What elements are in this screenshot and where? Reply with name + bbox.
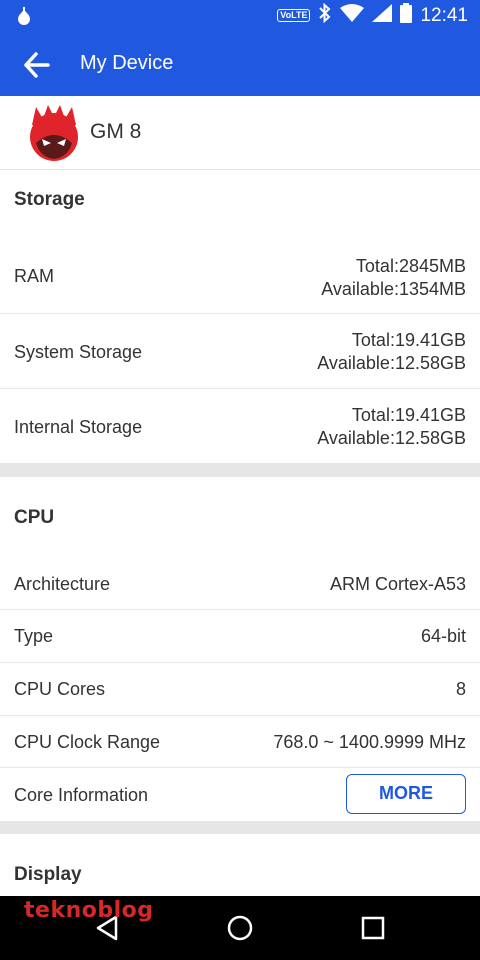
cpu-row-type: Type 64-bit: [0, 610, 480, 663]
section-divider: [0, 821, 480, 834]
row-label: CPU Clock Range: [14, 732, 161, 752]
status-bar: VoLTE 12:41: [0, 0, 480, 32]
available-value: Available:1354MB: [321, 279, 466, 299]
wifi-icon: [340, 4, 365, 27]
signal-icon: [372, 4, 393, 27]
device-name: GM 8: [90, 120, 142, 143]
available-value: Available:12.58GB: [317, 428, 466, 448]
storage-section-title: Storage: [14, 189, 85, 210]
row-value: 64-bit: [420, 626, 466, 646]
total-value: Total:19.41GB: [351, 330, 466, 350]
device-row: GM 8: [0, 96, 480, 170]
row-value: 8: [455, 679, 466, 699]
status-time: 12:41: [420, 4, 468, 26]
back-arrow-icon[interactable]: [20, 48, 54, 82]
row-value: Total:19.41GB Available:12.58GB: [317, 404, 466, 450]
recents-square-icon[interactable]: [353, 910, 393, 946]
row-label: CPU Cores: [14, 679, 106, 699]
volte-badge: VoLTE: [277, 9, 311, 22]
row-value: Total:2845MB Available:1354MB: [321, 255, 466, 301]
row-label: Type: [14, 626, 54, 646]
storage-row-internal: Internal Storage Total:19.41GB Available…: [0, 389, 480, 463]
cpu-row-cores: CPU Cores 8: [0, 663, 480, 716]
battery-icon: [400, 3, 413, 28]
display-section-title: Display: [14, 864, 82, 885]
cpu-row-architecture: Architecture ARM Cortex-A53: [0, 558, 480, 610]
section-divider: [0, 463, 480, 477]
row-label: Core Information: [14, 785, 149, 805]
row-label: RAM: [14, 266, 54, 286]
storage-row-ram: RAM Total:2845MB Available:1354MB: [0, 240, 480, 314]
row-value: Total:19.41GB Available:12.58GB: [317, 329, 466, 375]
available-value: Available:12.58GB: [317, 353, 466, 373]
header: VoLTE 12:41 My Device: [0, 0, 480, 96]
antutu-logo-icon: [26, 103, 82, 161]
row-value: 768.0 ~ 1400.9999 MHz: [273, 732, 466, 752]
row-label: System Storage: [14, 342, 143, 362]
row-label: Internal Storage: [14, 417, 143, 437]
page-title: My Device: [80, 52, 174, 74]
row-value: ARM Cortex-A53: [329, 574, 466, 594]
cpu-section-title: CPU: [14, 507, 55, 528]
row-label: Architecture: [14, 574, 111, 594]
storage-row-system: System Storage Total:19.41GB Available:1…: [0, 314, 480, 389]
cpu-row-clock-range: CPU Clock Range 768.0 ~ 1400.9999 MHz: [0, 716, 480, 768]
home-circle-icon[interactable]: [220, 910, 260, 946]
total-value: Total:19.41GB: [351, 405, 466, 425]
total-value: Total:2845MB: [355, 256, 466, 276]
notification-icon: [14, 7, 34, 32]
bluetooth-icon: [318, 2, 332, 28]
watermark: teknoblog: [24, 898, 154, 923]
cpu-row-core-information: Core Information MORE: [0, 768, 480, 821]
more-button[interactable]: MORE: [346, 774, 466, 814]
app-bar: My Device: [0, 32, 480, 96]
